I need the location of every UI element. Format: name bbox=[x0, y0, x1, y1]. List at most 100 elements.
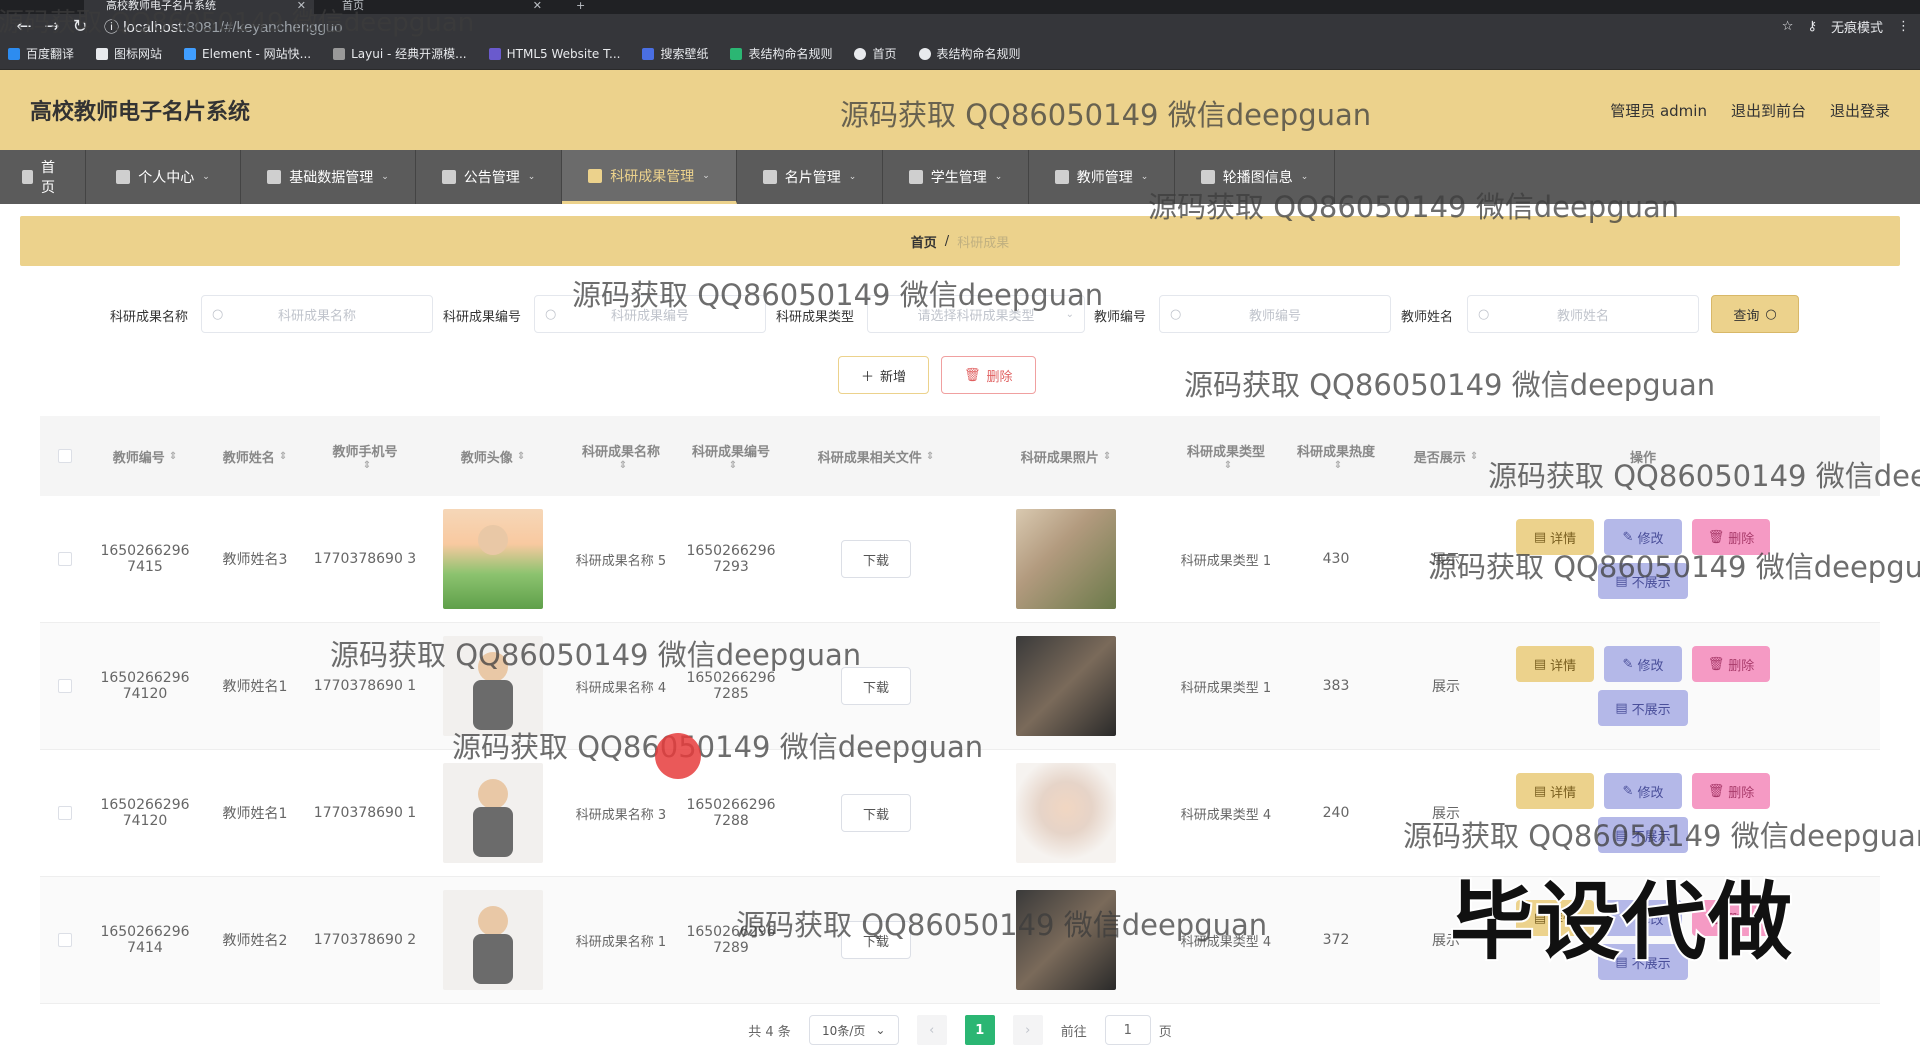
html5-icon bbox=[488, 47, 501, 60]
batch-delete-button[interactable]: 🗑 删除 bbox=[941, 356, 1036, 394]
logout-link[interactable]: 退出登录 bbox=[1830, 100, 1890, 121]
header-show[interactable]: 是否展示 ⇕ bbox=[1386, 447, 1506, 466]
menu-item-card[interactable]: 名片管理 ⌄ bbox=[737, 150, 883, 204]
url-field[interactable]: ⓘ localhost:8081/#/keyanchengguo bbox=[94, 16, 1782, 37]
prev-page-icon[interactable]: ‹ bbox=[916, 1015, 947, 1045]
browser-tab-active[interactable]: 高校教师电子名片系统 ✕ bbox=[84, 0, 314, 14]
bookmark-item[interactable]: 图标网站 bbox=[96, 45, 162, 62]
hide-button[interactable]: ▤ 不展示 bbox=[1598, 817, 1688, 853]
header-photo[interactable]: 科研成果照片 ⇕ bbox=[966, 447, 1166, 466]
menu-item-carousel[interactable]: 轮播图信息 ⌄ bbox=[1175, 150, 1335, 204]
detail-button[interactable]: ▤ 详情 bbox=[1516, 773, 1594, 809]
next-page-icon[interactable]: › bbox=[1012, 1015, 1043, 1045]
key-icon[interactable]: ⚷ bbox=[1807, 19, 1817, 34]
cell-photo bbox=[966, 509, 1166, 609]
teacher-avatar-image[interactable] bbox=[443, 763, 543, 863]
cell-heat: 383 bbox=[1322, 678, 1350, 694]
page-number-current[interactable]: 1 bbox=[964, 1015, 995, 1045]
bookmark-item[interactable]: Layui - 经典开源模... bbox=[333, 45, 467, 62]
menu-item-teachers[interactable]: 教师管理 ⌄ bbox=[1029, 150, 1175, 204]
row-checkbox[interactable] bbox=[58, 552, 72, 566]
sort-icon: ⇕ bbox=[1469, 450, 1479, 462]
menu-item-personal[interactable]: 个人中心 ⌄ bbox=[86, 150, 241, 204]
header-research-code[interactable]: 科研成果编号 ⇕ bbox=[676, 441, 786, 471]
menu-dots-icon[interactable]: ⋮ bbox=[1897, 19, 1910, 34]
edit-button[interactable]: ✎ 修改 bbox=[1604, 519, 1682, 555]
menu-item-research[interactable]: 科研成果管理 ⌄ bbox=[562, 150, 737, 204]
bookmark-item[interactable]: Element - 网站快... bbox=[184, 45, 311, 62]
research-photo-image[interactable] bbox=[1016, 890, 1116, 990]
star-icon[interactable]: ☆ bbox=[1782, 19, 1794, 34]
menu-item-home[interactable]: 首页 bbox=[0, 150, 86, 204]
delete-button[interactable]: 🗑 删除 bbox=[1692, 646, 1770, 682]
reload-icon[interactable]: ↻ bbox=[66, 16, 94, 37]
bookmark-item[interactable]: 百度翻译 bbox=[8, 45, 74, 62]
search-icon: ○ bbox=[545, 306, 557, 322]
download-button[interactable]: 下载 bbox=[841, 540, 911, 578]
header-teacher-code[interactable]: 教师编号 ⇕ bbox=[90, 447, 200, 466]
research-photo-image[interactable] bbox=[1016, 636, 1116, 736]
header-checkbox-cell bbox=[40, 449, 90, 463]
download-button[interactable]: 下载 bbox=[841, 921, 911, 959]
sort-icon: ⇕ bbox=[1223, 460, 1233, 471]
hide-button[interactable]: ▤ 不展示 bbox=[1598, 563, 1688, 599]
search-input-code[interactable]: ○ 科研成果编号 bbox=[534, 295, 766, 333]
exit-to-front-link[interactable]: 退出到前台 bbox=[1731, 100, 1806, 121]
sort-icon: ⇕ bbox=[1102, 450, 1112, 462]
header-phone[interactable]: 教师手机号 ⇕ bbox=[310, 441, 420, 471]
add-button[interactable]: ＋新增 bbox=[838, 356, 930, 394]
search-select-type[interactable]: 请选择科研成果类型 ⌄ bbox=[867, 295, 1085, 333]
select-all-checkbox[interactable] bbox=[58, 449, 72, 463]
bookmark-item[interactable]: 表结构命名规则 bbox=[918, 45, 1021, 62]
research-photo-image[interactable] bbox=[1016, 763, 1116, 863]
header-research-name[interactable]: 科研成果名称 ⇕ bbox=[566, 441, 676, 471]
search-input-name[interactable]: ○ 科研成果名称 bbox=[201, 295, 433, 333]
bookmark-item[interactable]: HTML5 Website T... bbox=[488, 47, 620, 61]
edit-button[interactable]: ✎ 修改 bbox=[1604, 646, 1682, 682]
new-tab-icon[interactable]: + bbox=[572, 0, 596, 14]
hide-button[interactable]: ▤ 不展示 bbox=[1598, 690, 1688, 726]
delete-button[interactable]: 🗑 删除 bbox=[1692, 773, 1770, 809]
detail-button[interactable]: ▤ 详情 bbox=[1516, 519, 1594, 555]
teacher-avatar-image[interactable] bbox=[443, 509, 543, 609]
search-input-teacher-name[interactable]: ○ 教师姓名 bbox=[1467, 295, 1699, 333]
cell-avatar bbox=[420, 509, 566, 609]
download-button[interactable]: 下载 bbox=[841, 794, 911, 832]
pagination-total: 共 4 条 bbox=[748, 1024, 791, 1040]
header-teacher-name[interactable]: 教师姓名 ⇕ bbox=[200, 447, 310, 466]
search-label-name: 科研成果名称 bbox=[110, 310, 189, 325]
header-avatar[interactable]: 教师头像 ⇕ bbox=[420, 447, 566, 466]
cell-heat: 240 bbox=[1322, 805, 1350, 821]
browser-tab[interactable]: 首页 ✕ bbox=[320, 0, 550, 14]
close-tab-icon[interactable]: ✕ bbox=[533, 0, 542, 12]
breadcrumb-home[interactable]: 首页 bbox=[911, 232, 937, 251]
bookmark-item[interactable]: 搜索壁纸 bbox=[642, 45, 708, 62]
detail-button[interactable]: ▤ 详情 bbox=[1516, 646, 1594, 682]
bookmark-item[interactable]: 首页 bbox=[854, 45, 897, 62]
cell-research-name: 科研成果名称 3 bbox=[575, 807, 667, 823]
header-file[interactable]: 科研成果相关文件 ⇕ bbox=[786, 447, 966, 466]
teacher-avatar-image[interactable] bbox=[443, 890, 543, 990]
query-button[interactable]: 查询 ○ bbox=[1711, 295, 1799, 333]
search-input-teacher-code[interactable]: ○ 教师编号 bbox=[1159, 295, 1391, 333]
row-checkbox[interactable] bbox=[58, 933, 72, 947]
download-button[interactable]: 下载 bbox=[841, 667, 911, 705]
close-tab-icon[interactable]: ✕ bbox=[297, 0, 306, 12]
row-checkbox[interactable] bbox=[58, 679, 72, 693]
menu-item-basic-data[interactable]: 基础数据管理 ⌄ bbox=[241, 150, 416, 204]
back-icon[interactable]: ← bbox=[10, 16, 38, 37]
header-type[interactable]: 科研成果类型 ⇕ bbox=[1166, 441, 1286, 471]
header-heat[interactable]: 科研成果热度 ⇕ bbox=[1286, 441, 1386, 471]
forward-icon[interactable]: → bbox=[38, 16, 66, 37]
profile-label[interactable]: 无痕模式 bbox=[1831, 17, 1883, 36]
bookmark-item[interactable]: 表结构命名规则 bbox=[730, 45, 832, 62]
menu-item-notice[interactable]: 公告管理 ⌄ bbox=[416, 150, 562, 204]
menu-item-students[interactable]: 学生管理 ⌄ bbox=[883, 150, 1029, 204]
research-photo-image[interactable] bbox=[1016, 509, 1116, 609]
delete-button[interactable]: 🗑 删除 bbox=[1692, 519, 1770, 555]
page-size-select[interactable]: 10条/页 ⌄ bbox=[808, 1015, 899, 1045]
teacher-avatar-image[interactable] bbox=[443, 636, 543, 736]
edit-button[interactable]: ✎ 修改 bbox=[1604, 773, 1682, 809]
row-checkbox[interactable] bbox=[58, 806, 72, 820]
goto-page-input[interactable]: 1 bbox=[1104, 1015, 1151, 1045]
